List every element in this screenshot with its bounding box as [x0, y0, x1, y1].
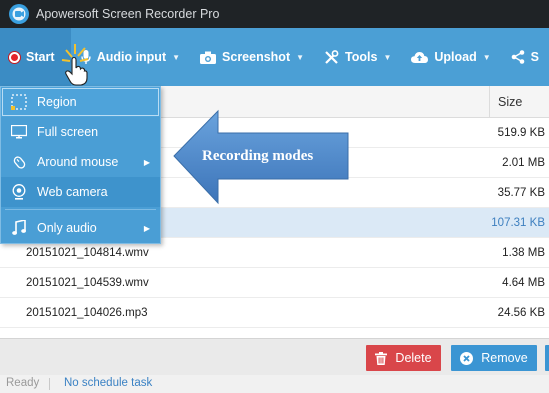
mouse-icon	[1, 155, 37, 170]
file-size: 2.01 MB	[502, 157, 545, 169]
file-name: 20151021_104026.mp3	[26, 307, 148, 319]
tools-label: Tools	[345, 50, 378, 64]
file-size: 107.31 KB	[491, 217, 545, 229]
annotation-label: Recording modes	[202, 148, 314, 164]
chevron-right-icon: ▶	[143, 223, 150, 233]
chevron-down-icon: ▼	[383, 52, 392, 62]
file-size: 519.9 KB	[497, 127, 545, 139]
file-size: 4.64 MB	[502, 277, 545, 289]
file-size: 24.56 KB	[497, 307, 545, 319]
menu-item-web-camera[interactable]: Web camera	[1, 177, 160, 207]
chevron-down-icon: ▼	[172, 52, 181, 62]
monitor-icon	[1, 125, 37, 139]
share-label: S	[530, 50, 539, 64]
share-button[interactable]: S	[501, 28, 549, 86]
schedule-task-link[interactable]: No schedule task	[64, 377, 152, 389]
title-bar: Apowersoft Screen Recorder Pro	[0, 0, 549, 28]
file-size: 1.38 MB	[502, 247, 545, 259]
share-icon	[511, 50, 525, 64]
menu-item-label: Full screen	[37, 125, 99, 139]
column-header-size[interactable]: Size	[489, 86, 549, 118]
menu-item-only-audio[interactable]: Only audio ▶	[1, 213, 160, 243]
status-divider	[49, 378, 50, 390]
recording-mode-menu: Region Full screen Around mouse ▶ Web ca…	[0, 86, 161, 244]
action-bar: Delete Remove	[0, 338, 549, 375]
region-select-icon	[1, 94, 37, 110]
start-label: Start	[26, 50, 55, 64]
upload-label: Upload	[434, 50, 477, 64]
more-actions-button[interactable]	[545, 345, 549, 371]
screenshot-button[interactable]: Screenshot ▼	[190, 28, 314, 86]
menu-item-label: Around mouse	[37, 155, 119, 169]
tools-icon	[324, 49, 339, 65]
chevron-down-icon: ▼	[482, 52, 491, 62]
close-circle-icon	[460, 351, 474, 365]
audio-input-label: Audio input	[96, 50, 167, 64]
chevron-down-icon: ▼	[296, 52, 305, 62]
cloud-upload-icon	[411, 51, 429, 63]
menu-item-label: Only audio	[37, 221, 97, 235]
hand-cursor-icon	[61, 44, 89, 86]
remove-button[interactable]: Remove	[451, 345, 537, 371]
webcam-icon	[1, 184, 37, 200]
file-name: 20151021_104539.wmv	[26, 277, 149, 289]
menu-item-full-screen[interactable]: Full screen	[1, 117, 160, 147]
chevron-right-icon: ▶	[143, 157, 150, 167]
upload-button[interactable]: Upload ▼	[401, 28, 500, 86]
menu-item-region[interactable]: Region	[1, 87, 160, 117]
menu-item-label: Region	[37, 95, 77, 109]
menu-item-label: Web camera	[37, 185, 108, 199]
screenshot-label: Screenshot	[222, 50, 291, 64]
tools-button[interactable]: Tools ▼	[314, 28, 401, 86]
menu-divider	[5, 209, 156, 210]
delete-label: Delete	[395, 351, 432, 365]
record-dot-icon	[9, 51, 20, 63]
delete-button[interactable]: Delete	[366, 345, 441, 371]
menu-item-around-mouse[interactable]: Around mouse ▶	[1, 147, 160, 177]
status-ready: Ready	[6, 377, 40, 389]
remove-label: Remove	[481, 351, 528, 365]
status-bar: Ready No schedule task	[0, 375, 549, 393]
window-title: Apowersoft Screen Recorder Pro	[36, 7, 220, 21]
app-logo-icon	[9, 4, 29, 24]
camera-icon	[200, 51, 217, 64]
trash-icon	[375, 351, 388, 365]
music-note-icon	[1, 220, 37, 236]
table-row[interactable]: 20151021_104026.mp3 24.56 KB	[0, 298, 549, 328]
table-row[interactable]: 20151021_104539.wmv 4.64 MB	[0, 268, 549, 298]
file-size: 35.77 KB	[497, 187, 545, 199]
